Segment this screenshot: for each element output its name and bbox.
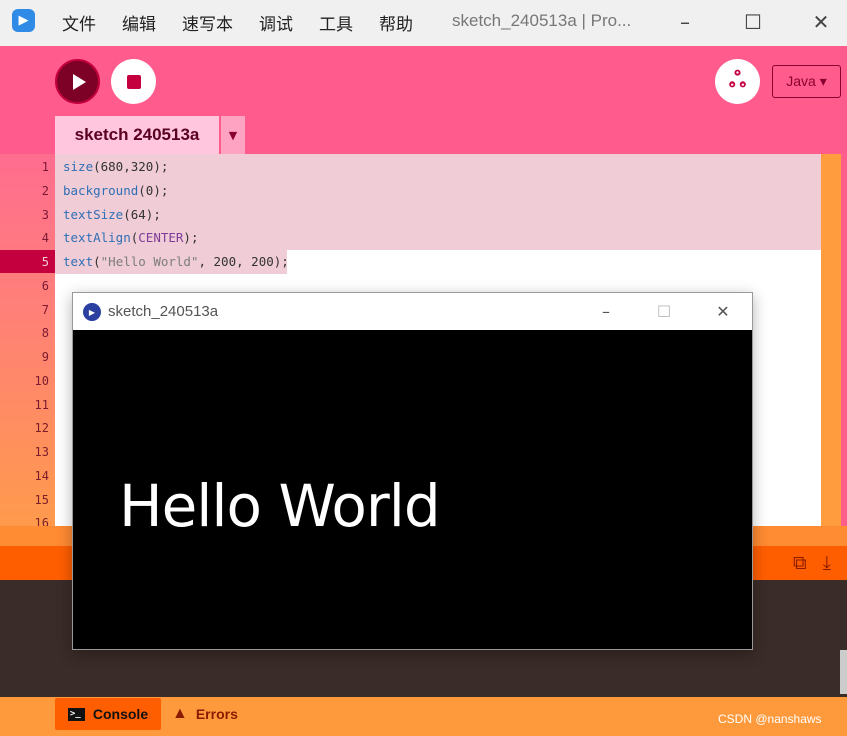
console-scrollbar[interactable] <box>840 650 847 694</box>
line-number: 10 <box>34 374 49 388</box>
terminal-icon: >_ <box>67 707 85 721</box>
butterfly-icon: ஃ <box>728 67 747 93</box>
code-token: size <box>63 159 94 174</box>
code-token: textSize <box>63 207 124 222</box>
watermark: CSDN @nanshaws <box>718 712 822 726</box>
sketch-window-title: sketch_240513a <box>108 303 219 320</box>
sketch-maximize-button[interactable]: ☐ <box>651 299 677 323</box>
stop-icon <box>126 74 141 89</box>
sketch-minimize-button[interactable]: – <box>593 299 619 323</box>
line-number: 11 <box>34 398 49 412</box>
console-tab-label: Console <box>92 706 149 722</box>
editor-scrollbar[interactable] <box>821 154 841 526</box>
menu-file[interactable]: 文件 <box>62 10 96 35</box>
sketch-close-button[interactable]: ✕ <box>710 299 736 323</box>
menu-debug[interactable]: 调试 <box>259 10 293 35</box>
line-number: 9 <box>41 350 49 364</box>
line-number-gutter-lower: 5 6 7 8 9 10 11 12 13 14 15 16 <box>0 154 55 530</box>
mode-selector[interactable]: Java ▾ <box>772 65 841 98</box>
menu-edit[interactable]: 编辑 <box>122 10 156 35</box>
copy-icon[interactable]: ⧉ <box>793 552 807 574</box>
code-token: "Hello World" <box>100 254 199 269</box>
code-token: (64); <box>123 207 161 222</box>
line-number: 8 <box>41 326 49 340</box>
menu-tools[interactable]: 工具 <box>319 10 353 35</box>
title-bar: ▶ 文件 编辑 速写本 调试 工具 帮助 sketch_240513a | Pr… <box>0 0 847 46</box>
menu-bar: 文件 编辑 速写本 调试 工具 帮助 <box>62 10 439 35</box>
sketch-output-text: Hello World <box>119 472 441 540</box>
chevron-down-icon: ▼ <box>228 128 238 142</box>
code-token: , 200, 200); <box>198 254 289 269</box>
line-number: 7 <box>41 303 49 317</box>
download-icon[interactable]: ⤓ <box>823 552 831 574</box>
code-line: background(0); <box>63 183 168 198</box>
line-number: 14 <box>34 469 49 483</box>
code-token: text <box>63 254 94 269</box>
code-token: ( <box>93 254 101 269</box>
errors-tab-label: Errors <box>195 706 238 722</box>
stop-button[interactable] <box>111 59 156 104</box>
code-token: background <box>63 183 139 198</box>
line-number: 12 <box>34 421 49 435</box>
code-line: size(680,320); <box>63 159 168 174</box>
tab-sketch[interactable]: sketch 240513a <box>55 116 219 154</box>
code-token: (0); <box>138 183 169 198</box>
sketch-canvas: Hello World <box>73 330 752 649</box>
run-button[interactable] <box>55 59 100 104</box>
sketch-window[interactable]: ▶ sketch_240513a – ☐ ✕ Hello World <box>72 292 753 650</box>
code-line: textAlign(CENTER); <box>63 230 198 245</box>
menu-help[interactable]: 帮助 <box>379 10 413 35</box>
line-number: 6 <box>41 279 49 293</box>
console-actions: ⧉ ⤓ <box>793 552 831 574</box>
close-button[interactable]: ✕ <box>806 8 836 36</box>
play-icon <box>73 73 86 90</box>
warning-icon: ▲ <box>172 705 188 722</box>
tab-menu-button[interactable]: ▼ <box>221 116 245 154</box>
maximize-button[interactable]: ☐ <box>738 8 768 36</box>
code-line: textSize(64); <box>63 207 161 222</box>
window-title: sketch_240513a | Pro... <box>452 11 632 30</box>
menu-sketch[interactable]: 速写本 <box>182 10 233 35</box>
code-token: (680,320); <box>93 159 169 174</box>
minimize-button[interactable]: – <box>670 8 700 36</box>
processing-logo-icon: ▶ <box>83 303 101 321</box>
code-token: ); <box>183 230 199 245</box>
debugger-button[interactable]: ஃ <box>715 59 760 104</box>
processing-logo-icon: ▶ <box>12 9 35 32</box>
errors-tab[interactable]: ▲ Errors <box>172 698 238 730</box>
line-number: 5 <box>41 255 49 269</box>
code-token: CENTER <box>138 230 184 245</box>
line-number: 15 <box>34 493 49 507</box>
line-number: 13 <box>34 445 49 459</box>
sketch-window-titlebar[interactable]: ▶ sketch_240513a – ☐ ✕ <box>73 293 752 330</box>
code-line: text("Hello World", 200, 200); <box>63 254 289 269</box>
code-token: textAlign <box>63 230 131 245</box>
console-tab[interactable]: >_ Console <box>55 698 161 730</box>
